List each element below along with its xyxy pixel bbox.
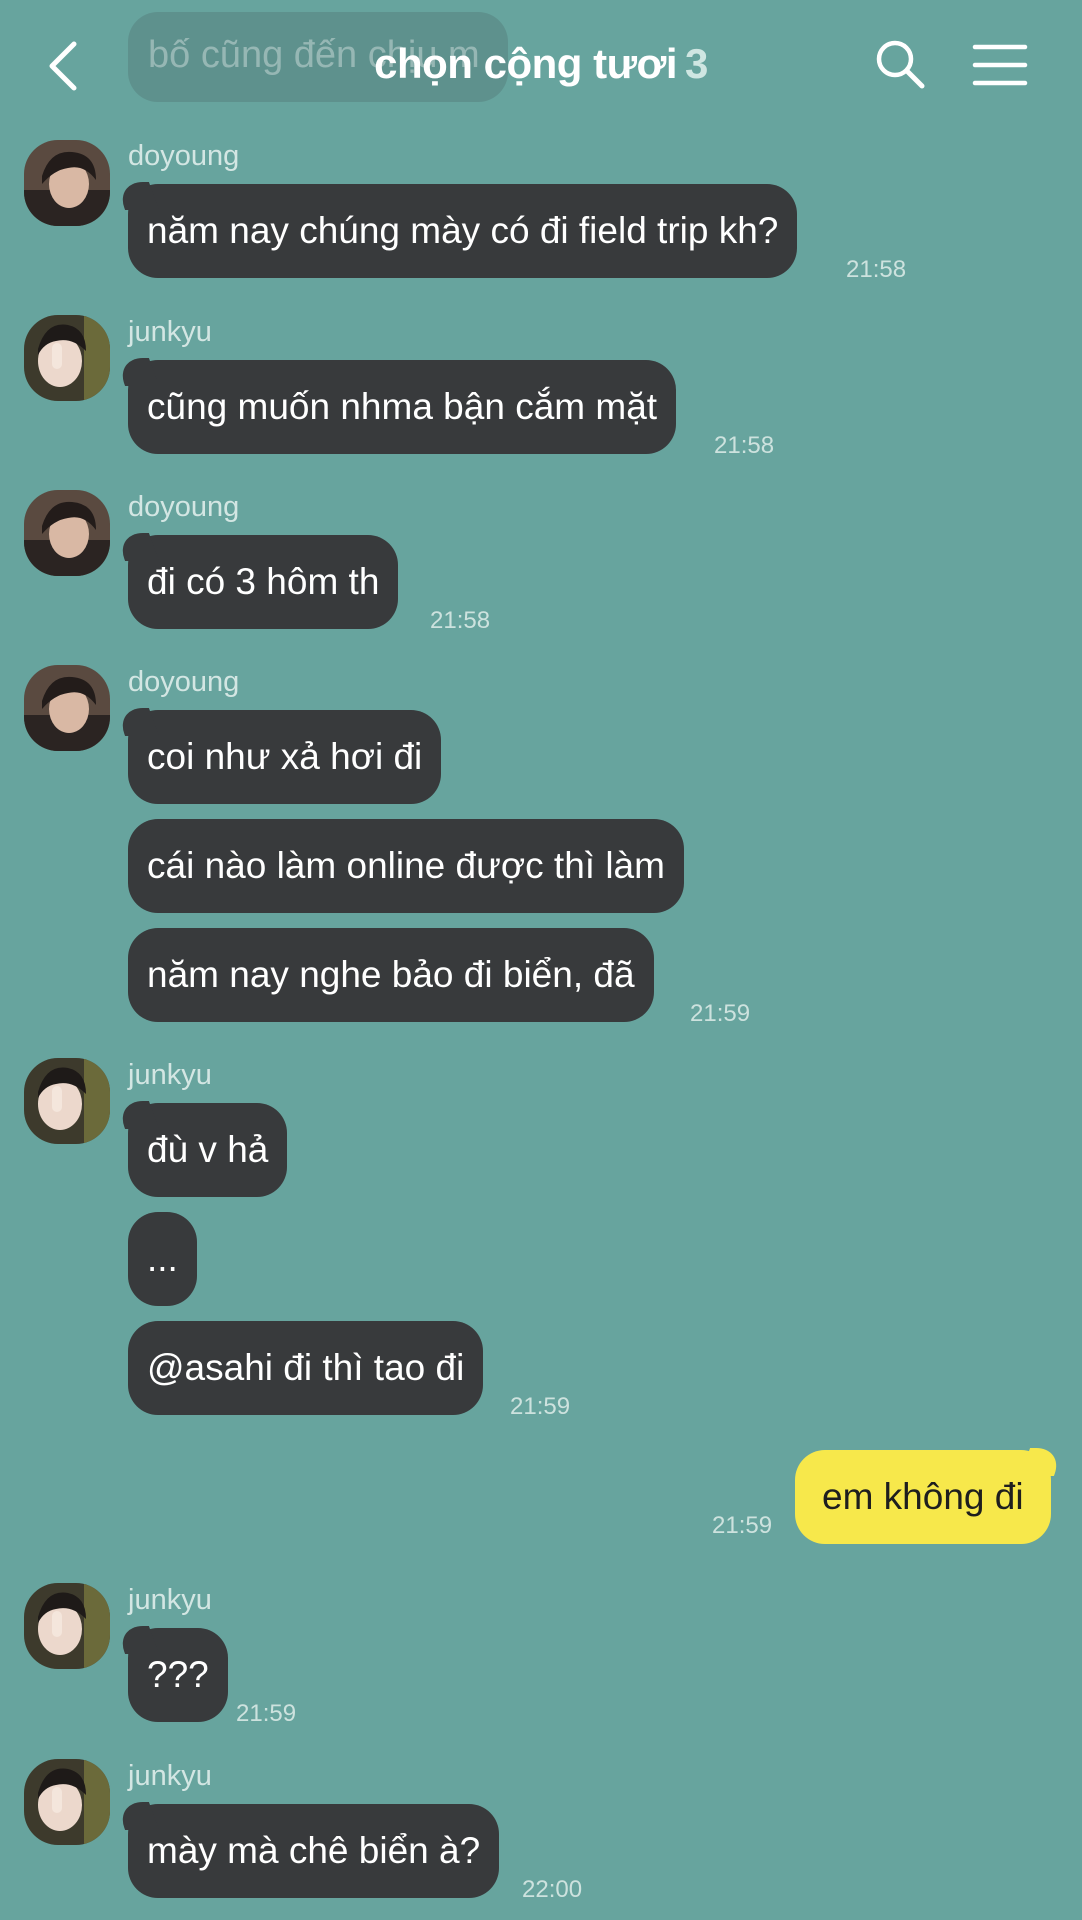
avatar-junkyu[interactable] — [24, 1058, 110, 1144]
message-time: 21:58 — [430, 607, 491, 634]
avatar-doyoung[interactable] — [24, 490, 110, 576]
sender-name: doyoung — [128, 666, 240, 698]
sender-name: junkyu — [128, 1584, 212, 1616]
chat-header: bố cũng đến chịu m chọn cộng tươi 3 — [0, 0, 1082, 130]
message-time: 21:59 — [236, 1700, 297, 1727]
sender-name: junkyu — [128, 1059, 212, 1091]
message-bubble[interactable]: mày mà chê biển à? — [128, 1804, 500, 1898]
message-time: 21:59 — [510, 1393, 571, 1420]
avatar-junkyu[interactable] — [24, 1759, 110, 1845]
chat-screen: bố cũng đến chịu m chọn cộng tươi 3 doyo… — [0, 0, 1082, 1920]
my-message-bubble[interactable]: em không đi — [795, 1450, 1051, 1544]
message-bubble[interactable]: @asahi đi thì tao đi — [128, 1321, 484, 1415]
sender-name: doyoung — [128, 491, 240, 523]
message-time: 21:58 — [714, 432, 775, 459]
message-time: 21:59 — [690, 1000, 751, 1027]
avatar-junkyu[interactable] — [24, 1583, 110, 1669]
member-count: 3 — [685, 40, 708, 87]
message-bubble[interactable]: coi như xả hơi đi — [128, 710, 442, 804]
hamburger-menu-icon — [972, 44, 1028, 86]
message-bubble[interactable]: ... — [128, 1212, 197, 1306]
message-time: 22:00 — [522, 1876, 583, 1903]
message-bubble[interactable]: năm nay nghe bảo đi biển, đã — [128, 928, 654, 1022]
message-bubble[interactable]: cũng muốn nhma bận cắm mặt — [128, 360, 677, 454]
menu-button[interactable] — [972, 42, 1028, 88]
message-time: 21:59 — [712, 1512, 773, 1539]
message-time: 21:58 — [846, 256, 907, 283]
avatar-junkyu-image — [24, 1058, 110, 1144]
chat-title-text: chọn cộng tươi — [374, 40, 678, 87]
sender-name: junkyu — [128, 1760, 212, 1792]
sender-name: junkyu — [128, 316, 212, 348]
avatar-junkyu-image — [24, 1759, 110, 1845]
avatar-junkyu[interactable] — [24, 315, 110, 401]
message-bubble[interactable]: ??? — [128, 1628, 228, 1722]
avatar-doyoung-image — [24, 665, 110, 751]
sender-name: doyoung — [128, 140, 240, 172]
avatar-junkyu-image — [24, 1583, 110, 1669]
avatar-doyoung-image — [24, 140, 110, 226]
avatar-junkyu-image — [24, 315, 110, 401]
message-bubble[interactable]: năm nay chúng mày có đi field trip kh? — [128, 184, 798, 278]
message-bubble[interactable]: cái nào làm online được thì làm — [128, 819, 684, 913]
message-bubble[interactable]: đi có 3 hôm th — [128, 535, 399, 629]
avatar-doyoung-image — [24, 490, 110, 576]
avatar-doyoung[interactable] — [24, 140, 110, 226]
avatar-doyoung[interactable] — [24, 665, 110, 751]
search-button[interactable] — [874, 38, 926, 90]
search-icon — [876, 40, 925, 89]
message-bubble[interactable]: đù v hả — [128, 1103, 288, 1197]
